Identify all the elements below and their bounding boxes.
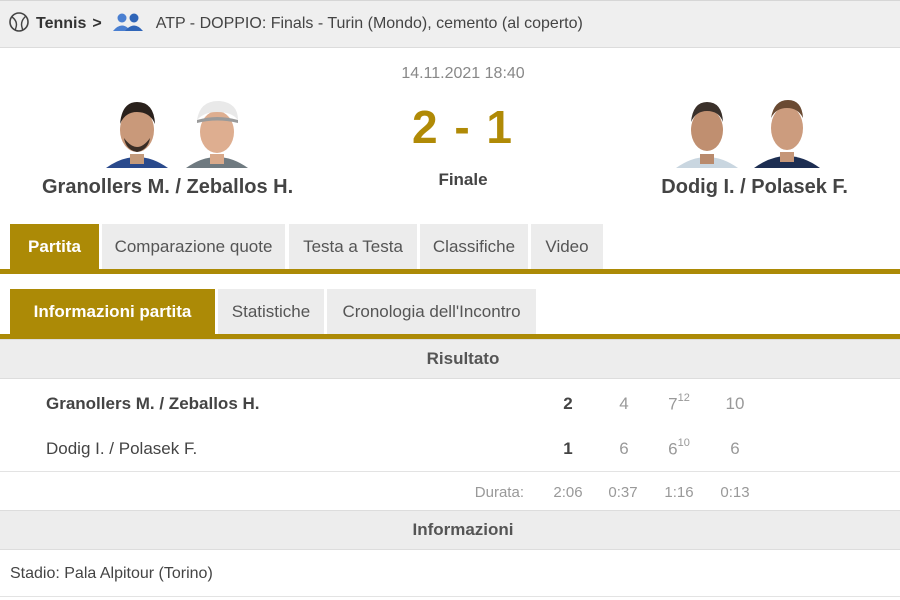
duration-value: 2:06 [553,484,583,501]
result-set-score: 712 [668,392,690,414]
breadcrumb: Tennis > ATP - DOPPIO: Finals - Turin (M… [0,0,900,48]
result-row-away: Dodig I. / Polasek F. 1 6 610 6 [0,425,900,470]
result-set-score: 6 [730,439,740,458]
tab-cronologia[interactable]: Cronologia dell'Incontro [327,289,536,334]
info-section-title: Informazioni [0,510,900,550]
tab-statistiche[interactable]: Statistiche [218,289,324,334]
result-team-name[interactable]: Granollers M. / Zeballos H. [46,394,260,414]
tab-informazioni-partita[interactable]: Informazioni partita [10,289,215,334]
match-score: 2 - 1 [411,101,515,153]
result-set-score: 610 [668,437,690,459]
duration-label: Durata: [474,484,524,501]
result-total: 1 [563,439,573,458]
tiebreak-score: 12 [677,392,690,404]
result-section-title: Risultato [0,339,900,379]
duration-row: Durata: 2:06 0:37 1:16 0:13 [0,471,900,509]
tiebreak-score: 10 [677,437,690,449]
home-team-name[interactable]: Granollers M. / Zeballos H. [42,176,293,199]
result-set-score: 10 [725,394,745,413]
tab-video[interactable]: Video [531,224,603,269]
tab-partita[interactable]: Partita [10,224,99,269]
result-set-score: 6 [619,439,629,458]
result-row-home: Granollers M. / Zeballos H. 2 4 712 10 [0,380,900,425]
doubles-icon [112,12,146,37]
result-team-name[interactable]: Dodig I. / Polasek F. [46,439,197,459]
duration-value: 1:16 [664,484,694,501]
main-tabs: Partita Comparazione quote Testa a Testa… [0,224,900,274]
tennis-ball-icon [8,11,30,38]
result-total: 2 [563,394,573,413]
duration-value: 0:13 [720,484,750,501]
result-set-score: 4 [619,394,629,413]
duration-value: 0:37 [608,484,638,501]
breadcrumb-separator: > [92,15,102,32]
tabs-underline [0,269,900,274]
match-header: 14.11.2021 18:40 2 - 1 Finale Granollers… [0,48,900,218]
tab-comparazione-quote[interactable]: Comparazione quote [102,224,285,269]
stadium-info: Stadio: Pala Alpitour (Torino) [0,551,900,597]
away-team-name[interactable]: Dodig I. / Polasek F. [661,176,848,199]
tab-classifiche[interactable]: Classifiche [420,224,528,269]
tab-testa-a-testa[interactable]: Testa a Testa [289,224,417,269]
match-datetime: 14.11.2021 18:40 [401,65,525,82]
sub-tabs: Informazioni partita Statistiche Cronolo… [0,289,900,339]
breadcrumb-sport-link[interactable]: Tennis [36,15,86,33]
breadcrumb-tournament-link[interactable]: ATP - DOPPIO: Finals - Turin (Mondo), ce… [156,15,583,33]
